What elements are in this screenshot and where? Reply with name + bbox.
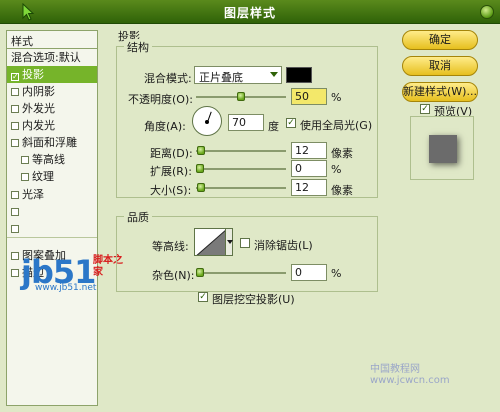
distance-label: 距离(D): (150, 147, 193, 160)
list-divider (7, 237, 97, 238)
style-item-checkbox[interactable] (11, 122, 19, 130)
contour-picker[interactable] (194, 228, 226, 256)
global-light-checkbox[interactable]: ✓ (286, 118, 296, 128)
spread-input[interactable]: 0 (291, 160, 327, 177)
angle-unit: 度 (268, 120, 279, 133)
cancel-button[interactable]: 取消 (402, 56, 478, 76)
ok-button[interactable]: 确定 (402, 30, 478, 50)
style-item[interactable] (7, 203, 97, 220)
style-item[interactable]: 内发光 (7, 117, 97, 134)
quality-title: 品质 (124, 209, 152, 225)
structure-title: 结构 (124, 39, 152, 55)
preview-checkbox[interactable]: ✓ (420, 104, 430, 114)
knockout-checkbox[interactable]: ✓ (198, 292, 208, 302)
style-item-label: 光泽 (22, 188, 44, 201)
angle-input[interactable]: 70 (228, 114, 264, 131)
style-item-checkbox[interactable] (21, 156, 29, 164)
style-item[interactable] (7, 220, 97, 237)
contour-dropdown-button[interactable] (225, 228, 233, 256)
opacity-slider[interactable] (196, 92, 286, 102)
style-item-label: 等高线 (32, 153, 65, 166)
antialias-checkbox[interactable] (240, 238, 250, 248)
style-item-label: 外发光 (22, 102, 55, 115)
noise-unit: % (331, 267, 342, 280)
style-item[interactable]: 斜面和浮雕 (7, 134, 97, 151)
style-item-label: 内发光 (22, 119, 55, 132)
blend-mode-select[interactable]: 正片叠底 (194, 66, 282, 84)
knockout-label: 图层挖空投影(U) (212, 293, 295, 306)
style-item-label: 斜面和浮雕 (22, 136, 77, 149)
drop-shadow-panel: 投影 结构 混合模式: 正片叠底 不透明度(O): 50 % 角度(A): 70… (114, 30, 386, 406)
angle-center (205, 120, 209, 124)
opacity-thumb[interactable] (237, 92, 245, 101)
style-item-checkbox[interactable] (11, 88, 19, 96)
style-item-checkbox[interactable] (11, 269, 19, 277)
distance-track (196, 150, 286, 152)
noise-thumb[interactable] (195, 268, 204, 277)
opacity-unit: % (331, 91, 342, 104)
opacity-label: 不透明度(O): (128, 93, 193, 106)
style-item-checkbox[interactable] (11, 225, 19, 233)
corner-watermark: 中国教程网 www.jcwcn.com (370, 364, 450, 386)
contour-curve-icon (196, 230, 225, 255)
style-item[interactable]: 混合选项:默认 (7, 49, 97, 66)
close-button[interactable] (480, 5, 494, 19)
angle-label: 角度(A): (144, 120, 186, 133)
style-item[interactable]: 光泽 (7, 186, 97, 203)
style-item-checkbox[interactable] (11, 252, 19, 260)
contour-label: 等高线: (152, 240, 189, 253)
style-item-checkbox[interactable] (11, 139, 19, 147)
style-item-checkbox[interactable] (11, 105, 19, 113)
opacity-input[interactable]: 50 (291, 88, 327, 105)
distance-thumb[interactable] (197, 146, 206, 155)
noise-input[interactable]: 0 (291, 264, 327, 281)
blend-mode-label: 混合模式: (144, 72, 192, 85)
distance-unit: 像素 (331, 147, 353, 160)
blend-mode-value: 正片叠底 (199, 71, 243, 84)
style-item[interactable]: 等高线 (7, 151, 97, 168)
chevron-down-icon (270, 72, 278, 77)
spread-track (196, 168, 286, 170)
style-item-checkbox[interactable] (11, 208, 19, 216)
size-label: 大小(S): (150, 184, 192, 197)
spread-label: 扩展(R): (150, 165, 192, 178)
size-slider[interactable] (196, 183, 286, 193)
jb51-url: www.jb51.net (35, 283, 97, 293)
angle-dial[interactable] (192, 106, 222, 136)
styles-header: 样式 (7, 31, 97, 49)
preview-swatch (429, 135, 457, 163)
style-item[interactable]: 外发光 (7, 100, 97, 117)
spread-thumb[interactable] (195, 164, 204, 173)
style-preview (410, 116, 474, 180)
noise-slider[interactable] (195, 268, 286, 278)
style-item[interactable]: 内阴影 (7, 83, 97, 100)
distance-input[interactable]: 12 (291, 142, 327, 159)
global-light-label: 使用全局光(G) (300, 119, 373, 132)
style-item-label: 内阴影 (22, 85, 55, 98)
title-bar: 图层样式 (0, 0, 500, 24)
size-unit: 像素 (331, 184, 353, 197)
window-title: 图层样式 (223, 6, 276, 20)
size-track (196, 187, 286, 189)
shadow-color-swatch[interactable] (286, 67, 312, 83)
noise-track (196, 272, 286, 274)
style-item[interactable]: ✓ 投影 (7, 66, 97, 83)
style-item-checkbox[interactable] (21, 173, 29, 181)
distance-slider[interactable] (196, 146, 286, 156)
size-input[interactable]: 12 (291, 179, 327, 196)
new-style-button[interactable]: 新建样式(W)... (402, 82, 478, 102)
style-item-label: 混合选项:默认 (11, 51, 81, 64)
styles-list: 样式 混合选项:默认 ✓ 投影 内阴影 外发光 内发光 斜面和浮雕 等高线 纹理 光泽 图案叠加 描边… (6, 30, 123, 406)
style-item-checkbox[interactable]: ✓ (11, 73, 19, 81)
noise-label: 杂色(N): (152, 269, 195, 282)
size-thumb[interactable] (197, 183, 206, 192)
antialias-label: 消除锯齿(L) (254, 239, 313, 252)
style-item-label: 纹理 (32, 170, 54, 183)
spread-unit: % (331, 163, 342, 176)
style-item-checkbox[interactable] (11, 191, 19, 199)
style-item-label: 投影 (22, 68, 44, 81)
style-item[interactable]: 纹理 (7, 168, 97, 185)
spread-slider[interactable] (195, 164, 286, 174)
